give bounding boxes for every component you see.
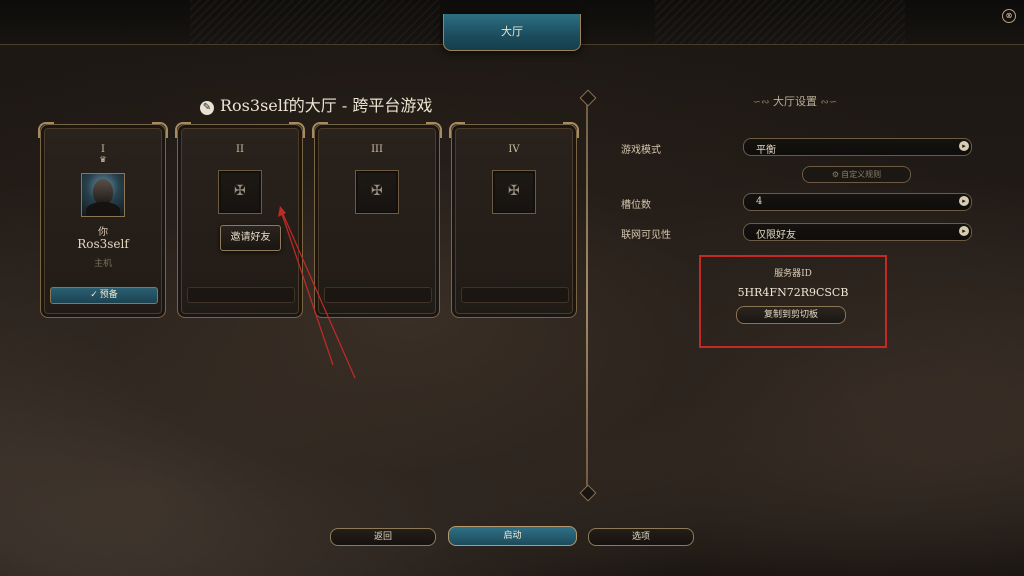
slot-status-bar: [324, 287, 432, 303]
start-button[interactable]: 启动: [448, 526, 577, 546]
gear-icon: ⚙: [831, 170, 840, 179]
copy-to-clipboard-button[interactable]: 复制到剪切板: [736, 306, 846, 324]
ready-button[interactable]: ✓ 预备: [50, 287, 158, 304]
avatar[interactable]: [81, 173, 125, 217]
settings-title-text: 大厅设置: [773, 95, 817, 108]
settings-title: ∽∾ 大厅设置 ∾∽: [620, 93, 970, 109]
dropdown-arrow-icon: ▸: [959, 226, 969, 236]
game-mode-value: 平衡: [756, 145, 776, 156]
visibility-label: 联网可见性: [621, 230, 671, 241]
lobby-title: ✎ Ros3self的大厅 - 跨平台游戏: [200, 92, 432, 116]
slots-select[interactable]: 4 ▸: [743, 193, 972, 211]
cross-icon: ✠: [371, 183, 383, 199]
lobby-title-text: Ros3self的大厅 - 跨平台游戏: [220, 96, 433, 115]
you-label: 你: [98, 227, 108, 238]
flourish-right-icon: ∾∽: [820, 97, 838, 108]
custom-rules-button[interactable]: ⚙ 自定义规则: [802, 166, 911, 183]
invite-friend-button[interactable]: 邀请好友: [220, 225, 281, 251]
slot-numeral: IV: [508, 144, 520, 155]
crown-icon: ♛: [99, 155, 107, 164]
server-id-label: 服务器ID: [774, 269, 812, 279]
ready-label: 预备: [99, 290, 118, 300]
visibility-value: 仅限好友: [756, 230, 796, 241]
server-id-panel: 服务器ID 5HR4FN72R9CSCB 复制到剪切板: [699, 255, 887, 348]
server-id-value: 5HR4FN72R9CSCB: [737, 286, 849, 299]
dropdown-arrow-icon: ▸: [959, 196, 969, 206]
divider-ornament-top: [579, 89, 597, 107]
visibility-select[interactable]: 仅限好友 ▸: [743, 223, 972, 241]
custom-rules-label: 自定义规则: [841, 170, 882, 179]
player-slot-3: III ✠: [312, 122, 442, 318]
slot-numeral: II: [236, 144, 244, 155]
empty-slot[interactable]: ✠: [218, 170, 262, 214]
back-button[interactable]: 返回: [330, 528, 436, 546]
host-label: 主机: [93, 259, 112, 269]
tab-lobby-label: 大厅: [501, 25, 523, 38]
panel-divider: [586, 95, 588, 495]
feather-icon: ✎: [200, 101, 214, 115]
top-ornament-right: [655, 0, 905, 44]
divider-ornament-bottom: [579, 484, 597, 502]
slots-label: 槽位数: [621, 200, 651, 211]
slots-value: 4: [756, 196, 763, 207]
slot-numeral: I: [101, 144, 105, 155]
tab-lobby[interactable]: 大厅: [443, 14, 581, 51]
avatar-shoulders: [86, 202, 120, 216]
close-icon[interactable]: ⊗: [1002, 9, 1016, 23]
player-slot-4: IV ✠: [449, 122, 579, 318]
flourish-left-icon: ∽∾: [752, 97, 770, 108]
empty-slot[interactable]: ✠: [492, 170, 536, 214]
game-mode-label: 游戏模式: [621, 145, 661, 156]
options-button[interactable]: 选项: [588, 528, 694, 546]
top-ornament-left: [190, 0, 440, 44]
player-name: Ros3self: [77, 237, 129, 251]
slot-numeral: III: [371, 144, 383, 155]
cross-icon: ✠: [234, 183, 246, 199]
cross-icon: ✠: [508, 183, 520, 199]
dropdown-arrow-icon: ▸: [959, 141, 969, 151]
player-slot-1: I ♛ 你 Ros3self 主机 ✓ 预备: [38, 122, 168, 318]
slot-status-bar: [187, 287, 295, 303]
player-slot-2: II ✠: [175, 122, 305, 318]
game-mode-select[interactable]: 平衡 ▸: [743, 138, 972, 156]
slot-status-bar: [461, 287, 569, 303]
check-icon: ✓: [90, 290, 98, 300]
empty-slot[interactable]: ✠: [355, 170, 399, 214]
